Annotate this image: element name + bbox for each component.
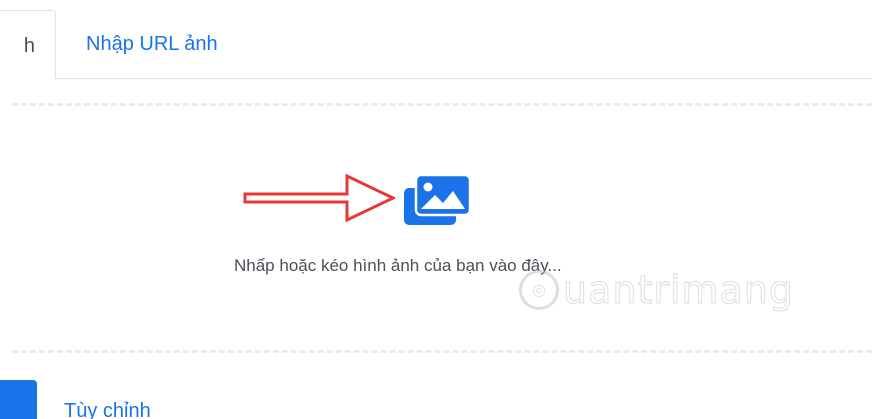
tab-bar: h Nhập URL ảnh <box>0 0 872 79</box>
option-custom-label[interactable]: Tùy chỉnh <box>64 400 151 419</box>
option-indicator[interactable] <box>0 380 37 419</box>
watermark: ◎ uantrimang <box>519 262 794 318</box>
images-icon[interactable] <box>403 174 471 226</box>
tab-divider <box>56 78 872 79</box>
tab-upload-image[interactable]: h <box>0 10 56 79</box>
tab-upload-image-label: h <box>23 35 35 57</box>
watermark-logo-icon: ◎ <box>519 270 559 310</box>
red-arrow-annotation <box>243 173 395 223</box>
watermark-text: uantrimang <box>562 268 795 313</box>
page: h Nhập URL ảnh Nhấp hoặc kéo hình ảnh củ… <box>0 0 872 419</box>
tab-image-url[interactable]: Nhập URL ảnh <box>86 33 218 56</box>
dropzone-bottom-border <box>12 350 872 353</box>
dropzone-instruction: Nhấp hoặc kéo hình ảnh của bạn vào đây..… <box>234 256 562 275</box>
